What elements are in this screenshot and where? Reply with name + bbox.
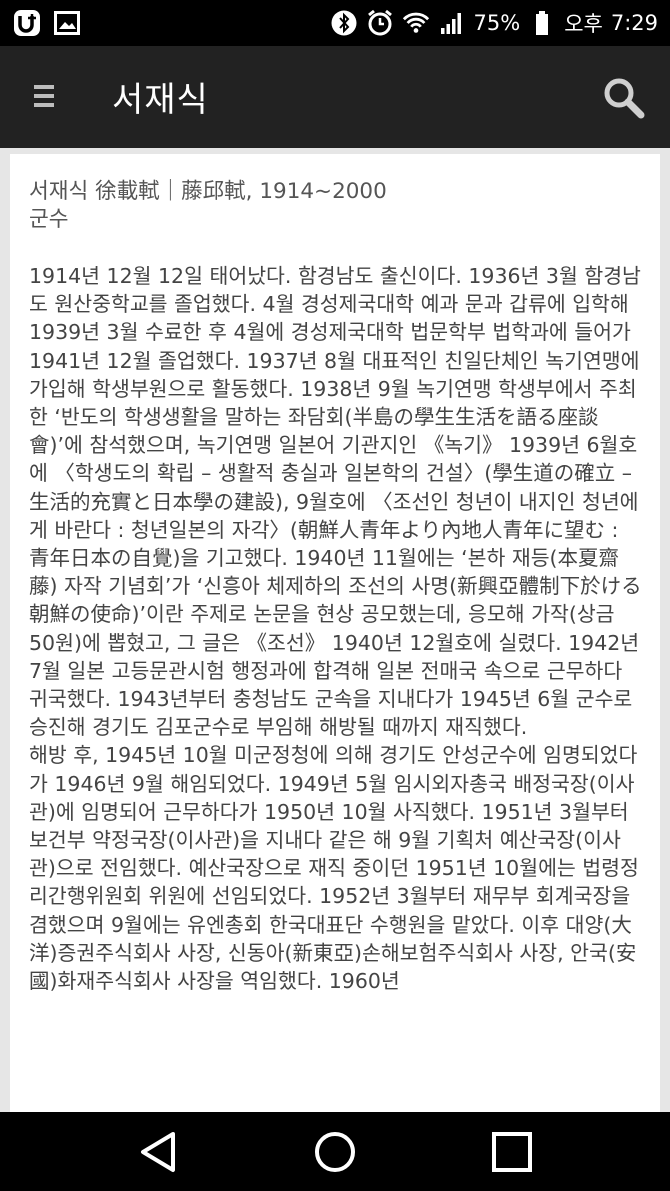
entry-content[interactable]: 서재식 徐載軾｜藤邱軾, 1914~2000 군수 1914년 12월 12일 …: [10, 154, 660, 1112]
navigation-bar: [0, 1112, 670, 1191]
recents-icon[interactable]: [486, 1126, 538, 1178]
battery-percent: 75%: [473, 11, 521, 35]
status-bar: 75% 오후 7:29: [0, 0, 670, 46]
app-bar: 서재식: [0, 46, 670, 148]
battery-icon: [528, 9, 556, 37]
page-title: 서재식: [112, 80, 209, 120]
u-plus-icon: [12, 8, 42, 38]
entry-biography: 1914년 12월 12일 태어났다. 함경남도 출신이다. 1936년 3월 …: [29, 262, 642, 995]
clock-time: 7:29: [610, 11, 658, 35]
wifi-icon: [402, 9, 430, 37]
back-icon[interactable]: [133, 1126, 185, 1178]
bio-paragraph: 해방 후, 1945년 10월 미군정청에 의해 경기도 안성군수에 임명되었다…: [29, 743, 639, 994]
alarm-icon: [366, 9, 394, 37]
entry-position: 군수: [29, 207, 69, 232]
search-icon[interactable]: [600, 74, 648, 122]
status-left-icons: [12, 8, 82, 38]
status-right: 75% 오후 7:29: [330, 0, 658, 46]
home-icon[interactable]: [309, 1126, 361, 1178]
bio-paragraph: 1914년 12월 12일 태어났다. 함경남도 출신이다. 1936년 3월 …: [29, 264, 642, 740]
entry-header: 서재식 徐載軾｜藤邱軾, 1914~2000: [29, 179, 387, 204]
bluetooth-icon: [330, 9, 358, 37]
gallery-icon: [52, 8, 82, 38]
menu-icon[interactable]: [28, 80, 64, 116]
signal-icon: [438, 9, 466, 37]
clock-ampm: 오후: [564, 12, 603, 36]
